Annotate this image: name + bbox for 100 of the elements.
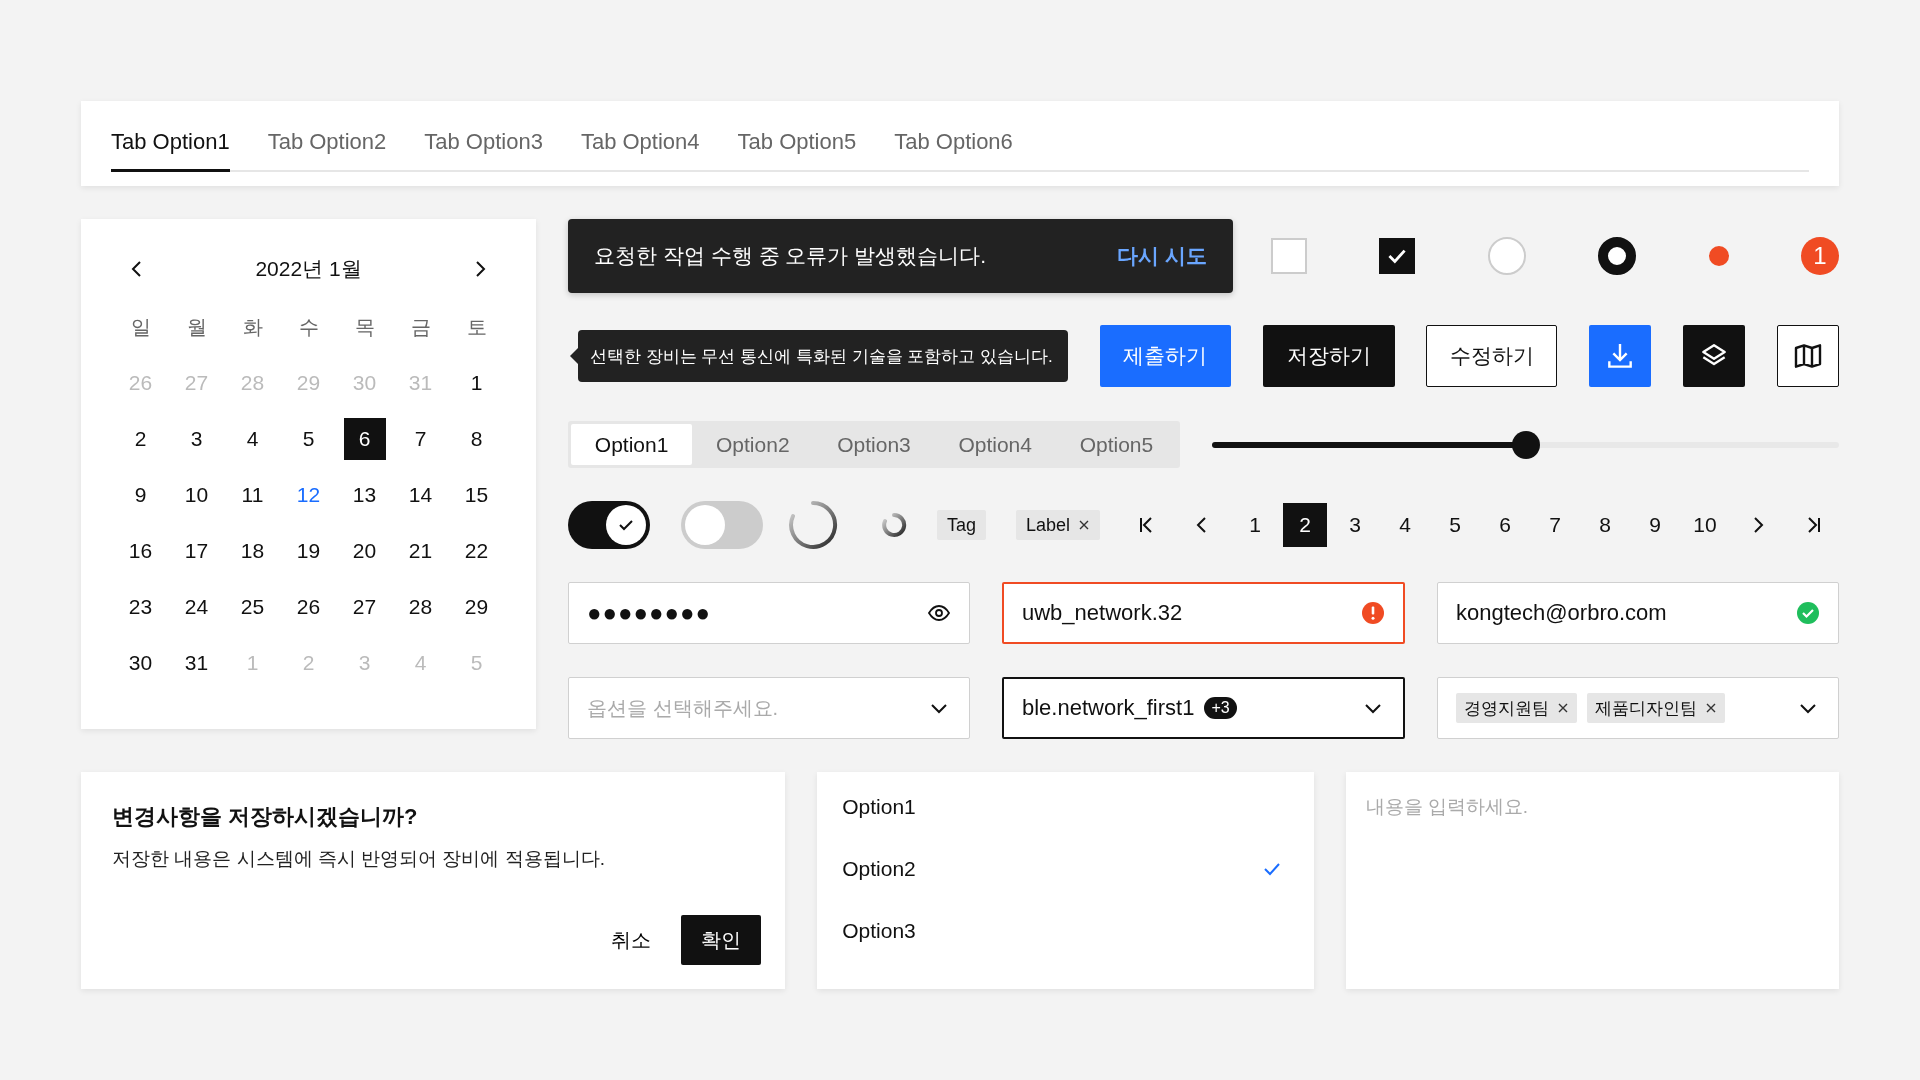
calendar-day[interactable]: 23 — [119, 586, 162, 628]
close-icon[interactable] — [1557, 702, 1569, 714]
calendar-day[interactable]: 27 — [343, 586, 386, 628]
retry-link[interactable]: 다시 시도 — [1117, 242, 1207, 270]
input-field[interactable]: uwb_network.32 — [1002, 582, 1405, 644]
segment-option[interactable]: Option2 — [692, 424, 814, 465]
weekday-label: 화 — [241, 314, 264, 340]
calendar-day[interactable]: 19 — [287, 530, 330, 572]
action-button[interactable]: 저장하기 — [1262, 325, 1395, 387]
toggle-switch[interactable] — [568, 501, 650, 549]
calendar-day[interactable]: 9 — [119, 474, 162, 516]
page-button[interactable]: 3 — [1333, 503, 1377, 547]
list-option[interactable]: Option3 — [817, 900, 1314, 962]
page-button[interactable]: 4 — [1383, 503, 1427, 547]
list-option[interactable]: Option2 — [817, 838, 1314, 900]
calendar-day[interactable]: 5 — [287, 418, 330, 460]
text-area[interactable]: 내용을 입력하세요. — [1345, 772, 1839, 989]
chip-label: Label — [1026, 514, 1071, 536]
weekday-label: 월 — [185, 314, 208, 340]
calendar-day[interactable]: 1 — [455, 362, 498, 404]
calendar-day[interactable]: 11 — [231, 474, 274, 516]
segment-option[interactable]: Option1 — [571, 424, 693, 465]
segment-option[interactable]: Option5 — [1055, 424, 1177, 465]
success-icon — [1796, 601, 1820, 625]
icon-button[interactable] — [1683, 325, 1746, 387]
weekday-label: 일 — [129, 314, 152, 340]
tooltip: 선택한 장비는 무선 통신에 특화된 기술을 포함하고 있습니다. — [570, 330, 1068, 382]
page-button[interactable]: 1 — [1233, 503, 1277, 547]
error-icon — [1361, 601, 1385, 625]
weekday-label: 수 — [297, 314, 320, 340]
calendar-day[interactable]: 21 — [399, 530, 442, 572]
tab[interactable]: Tab Option5 — [737, 129, 857, 172]
select-field[interactable]: 경영지원팀 제품디자인팀 — [1437, 677, 1839, 739]
tab[interactable]: Tab Option1 — [111, 129, 230, 172]
calendar-day[interactable]: 8 — [455, 418, 498, 460]
dialog-message: 저장한 내용은 시스템에 즉시 반영되어 장비에 적용됩니다. — [112, 847, 606, 871]
month-title: 2022년 1월 — [255, 256, 362, 282]
calendar-day[interactable]: 17 — [175, 530, 218, 572]
calendar-day[interactable]: 13 — [343, 474, 386, 516]
confirm-button[interactable]: 확인 — [681, 915, 762, 965]
page-button[interactable]: 7 — [1533, 503, 1577, 547]
weekday-label: 토 — [465, 314, 488, 340]
calendar-day[interactable]: 16 — [119, 530, 162, 572]
dialog-title: 변경사항을 저장하시겠습니까? — [112, 803, 419, 831]
tab[interactable]: Tab Option3 — [424, 129, 543, 172]
calendar-day[interactable]: 4 — [231, 418, 274, 460]
action-button[interactable]: 수정하기 — [1426, 325, 1558, 387]
chip-label: 제품디자인팀 — [1595, 697, 1697, 720]
segment-option[interactable]: Option4 — [934, 424, 1056, 465]
calendar-day[interactable]: 3 — [175, 418, 218, 460]
list-option[interactable]: Option1 — [817, 776, 1314, 838]
count-badge: +3 — [1204, 697, 1237, 719]
tab[interactable]: Tab Option2 — [267, 129, 387, 172]
calendar-day[interactable]: 24 — [175, 586, 218, 628]
icon-button[interactable] — [1776, 325, 1839, 387]
slider-track[interactable] — [1212, 430, 1839, 459]
calendar-day[interactable]: 6 — [343, 418, 386, 460]
segment-option[interactable]: Option3 — [813, 424, 935, 465]
page-button[interactable]: 9 — [1633, 503, 1677, 547]
select-field[interactable]: ble.network_first1 +3 — [1002, 677, 1405, 739]
page-button[interactable]: 10 — [1683, 503, 1727, 547]
calendar-day[interactable]: 7 — [399, 418, 442, 460]
calendar-day[interactable]: 20 — [343, 530, 386, 572]
calendar-day[interactable]: 14 — [399, 474, 442, 516]
checkbox[interactable] — [1379, 238, 1416, 274]
calendar-day[interactable]: 2 — [119, 418, 162, 460]
toggle-switch[interactable] — [681, 501, 763, 549]
close-icon[interactable] — [1705, 702, 1717, 714]
spinner-icon — [788, 500, 838, 550]
tab[interactable]: Tab Option6 — [894, 129, 1013, 172]
spinner-icon — [881, 512, 907, 538]
weekday-label: 목 — [353, 314, 376, 340]
tab[interactable]: Tab Option4 — [580, 129, 700, 172]
page-button[interactable]: 8 — [1583, 503, 1627, 547]
cancel-button[interactable]: 취소 — [599, 915, 664, 965]
chip-label: Tag — [947, 514, 977, 536]
calendar-day[interactable]: 26 — [287, 586, 330, 628]
slider-thumb[interactable] — [1511, 430, 1540, 459]
close-icon[interactable] — [1078, 519, 1091, 531]
calendar-day[interactable]: 15 — [455, 474, 498, 516]
calendar-day[interactable]: 25 — [231, 586, 274, 628]
page-button[interactable]: 6 — [1483, 503, 1527, 547]
radio-button[interactable] — [1598, 237, 1637, 275]
weekday-label: 금 — [409, 314, 432, 340]
calendar-day[interactable]: 31 — [175, 642, 218, 684]
input-field[interactable]: kongtech@orbro.com — [1437, 582, 1839, 644]
page-button[interactable]: 5 — [1433, 503, 1477, 547]
password-field[interactable]: ●●●●●●●● — [568, 582, 970, 644]
calendar-day[interactable]: 22 — [455, 530, 498, 572]
calendar-day[interactable]: 10 — [175, 474, 218, 516]
chip-label: 경영지원팀 — [1464, 697, 1549, 720]
action-button[interactable]: 제출하기 — [1099, 325, 1231, 387]
calendar-day[interactable]: 30 — [119, 642, 162, 684]
notification-badge: 1 — [1800, 237, 1839, 275]
calendar-day[interactable]: 12 — [287, 474, 330, 516]
calendar-day[interactable]: 18 — [231, 530, 274, 572]
page-button[interactable]: 2 — [1283, 503, 1327, 547]
toast-message: 요청한 작업 수행 중 오류가 발생했습니다. — [594, 243, 986, 269]
calendar-day[interactable]: 29 — [455, 586, 498, 628]
calendar-day[interactable]: 28 — [399, 586, 442, 628]
